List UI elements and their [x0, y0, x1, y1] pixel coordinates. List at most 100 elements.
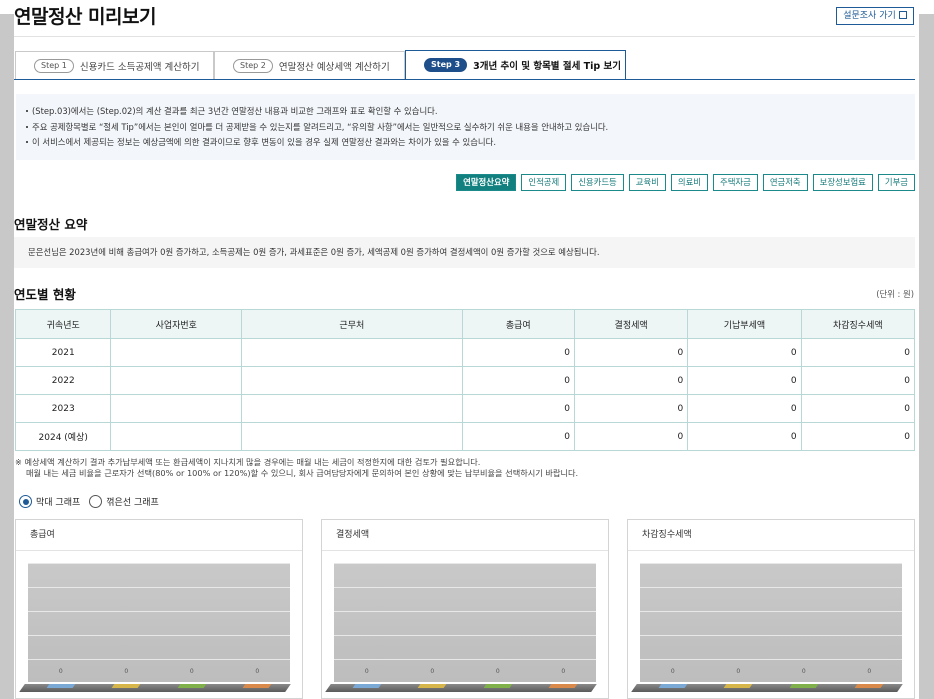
- bar-graph-radio[interactable]: [19, 495, 32, 508]
- cell-workplace: [241, 394, 463, 423]
- table-row: 2024 (예상) 0 0 0 0: [14, 422, 916, 451]
- gridline: [640, 659, 902, 660]
- graph-type-selector: 막대 그래프 꺾은선 그래프: [19, 495, 168, 508]
- cell-tax: 0: [573, 338, 689, 367]
- cell-tax: 0: [573, 366, 689, 395]
- cell-diff: 0: [800, 366, 916, 395]
- col-header: 결정세액: [573, 309, 689, 339]
- summary-text: 문은선님은 2023년에 비해 총급여가 0원 증가하고, 소득공제는 0원 증…: [14, 237, 915, 268]
- line-graph-label[interactable]: 꺾은선 그래프: [106, 495, 159, 508]
- tab-label: 신용카드 소득공제액 계산하기: [79, 62, 200, 73]
- chip-pension[interactable]: 연금저축: [762, 174, 808, 191]
- cell-tax: 0: [573, 422, 689, 451]
- cell-tax: 0: [573, 394, 689, 423]
- cell-biz-no: [110, 366, 243, 395]
- note-line: 매월 내는 세금 비율을 근로자가 선택(80% or 100% or 120%…: [26, 468, 579, 478]
- chart-title: 총급여: [16, 520, 302, 551]
- bar: [177, 684, 207, 688]
- cell-workplace: [241, 338, 463, 367]
- notice-item: 이 서비스에서 제공되는 정보는 예상금액에 의한 결과이므로 향후 변동이 있…: [26, 135, 915, 151]
- gridline: [334, 611, 596, 612]
- gridline: [28, 635, 290, 636]
- summary-title: 연말정산 요약: [14, 217, 88, 232]
- data-label: 0: [670, 668, 675, 675]
- chip-credit-card[interactable]: 신용카드등: [571, 174, 624, 191]
- cell-biz-no: [110, 422, 243, 451]
- bar: [417, 684, 447, 688]
- cell-workplace: [241, 366, 463, 395]
- yearly-table: 귀속년도 사업자번호 근무처 총급여 결정세액 기납부세액 차감징수세액 202…: [14, 309, 916, 451]
- gridline: [28, 611, 290, 612]
- table-row: 2022 0 0 0 0: [14, 366, 916, 395]
- cell-gross: 0: [461, 422, 575, 451]
- gridline: [640, 563, 902, 564]
- bar: [483, 684, 513, 688]
- cell-biz-no: [110, 338, 243, 367]
- data-label: 0: [364, 668, 369, 675]
- data-label: 0: [189, 668, 194, 675]
- tab-step-3[interactable]: Step 3 3개년 추이 및 항목별 절세 Tip 보기: [405, 50, 626, 80]
- bar-chart: 0 0 0 0: [631, 563, 903, 697]
- tab-label: 연말정산 예상세액 계산하기: [278, 62, 390, 73]
- chart-panel-diff: 차감징수세액 0 0 0 0: [627, 519, 915, 699]
- bar: [352, 684, 382, 688]
- bar-chart: 0 0 0 0: [325, 563, 597, 697]
- tax-note: ※ 예상세액 계산하기 결과 추가납부세액 또는 환급세액이 지나치게 많을 경…: [15, 457, 578, 479]
- page-title: 연말정산 미리보기: [14, 6, 156, 28]
- notice-box: (Step.03)에서는 (Step.02)의 계산 결과를 최근 3년간 연말…: [16, 94, 915, 160]
- bar: [46, 684, 76, 688]
- line-graph-radio[interactable]: [89, 495, 103, 508]
- notice-item: (Step.03)에서는 (Step.02)의 계산 결과를 최근 3년간 연말…: [26, 104, 915, 120]
- cell-paid: 0: [687, 422, 802, 451]
- chip-donation[interactable]: 기부금: [877, 174, 915, 191]
- gridline: [334, 659, 596, 660]
- bar: [658, 684, 688, 688]
- chip-education[interactable]: 교육비: [628, 174, 666, 191]
- step-badge: Step 1: [34, 59, 74, 73]
- bar: [854, 684, 884, 688]
- external-link-icon: [898, 11, 907, 19]
- data-label: 0: [58, 668, 63, 675]
- cell-paid: 0: [687, 366, 802, 395]
- plot-area: [334, 563, 596, 682]
- data-label: 0: [801, 668, 806, 675]
- chip-summary[interactable]: 연말정산요약: [456, 174, 517, 191]
- chip-medical[interactable]: 의료비: [670, 174, 708, 191]
- plot-area: [640, 563, 902, 682]
- bar: [242, 684, 272, 688]
- chart-title: 차감징수세액: [628, 520, 914, 551]
- chart-panel-gross: 총급여 0 0 0 0: [15, 519, 303, 699]
- gridline: [334, 587, 596, 588]
- plot-area: [28, 563, 290, 682]
- cell-year: 2021: [14, 338, 112, 367]
- survey-button[interactable]: 설문조사 가기: [836, 7, 914, 25]
- cell-diff: 0: [800, 394, 916, 423]
- gridline: [28, 563, 290, 564]
- cell-diff: 0: [800, 338, 916, 367]
- col-header: 근무처: [241, 309, 463, 339]
- data-label: 0: [867, 668, 872, 675]
- bar: [548, 684, 578, 688]
- chip-personal[interactable]: 인적공제: [521, 174, 567, 191]
- col-header: 기납부세액: [687, 309, 802, 339]
- gridline: [28, 659, 290, 660]
- chip-housing[interactable]: 주택자금: [712, 174, 758, 191]
- survey-button-label: 설문조사 가기: [843, 11, 896, 21]
- gridline: [334, 635, 596, 636]
- data-label: 0: [430, 668, 435, 675]
- yearly-title: 연도별 현황: [14, 287, 76, 302]
- chip-insurance[interactable]: 보장성보험료: [812, 174, 873, 191]
- cell-year: 2024 (예상): [14, 422, 112, 451]
- step-badge: Step 2: [233, 59, 273, 73]
- bar: [789, 684, 819, 688]
- bar-chart: 0 0 0 0: [19, 563, 291, 697]
- cell-diff: 0: [800, 422, 916, 451]
- table-row: 2023 0 0 0 0: [14, 394, 916, 423]
- tab-label: 3개년 추이 및 항목별 절세 Tip 보기: [473, 61, 621, 72]
- note-line: ※ 예상세액 계산하기 결과 추가납부세액 또는 환급세액이 지나치게 많을 경…: [15, 457, 481, 467]
- tab-step-1[interactable]: Step 1 신용카드 소득공제액 계산하기: [15, 51, 214, 80]
- bar-graph-label[interactable]: 막대 그래프: [36, 495, 80, 508]
- gridline: [640, 611, 902, 612]
- unit-label: (단위 : 원): [876, 289, 914, 299]
- tab-step-2[interactable]: Step 2 연말정산 예상세액 계산하기: [214, 51, 405, 80]
